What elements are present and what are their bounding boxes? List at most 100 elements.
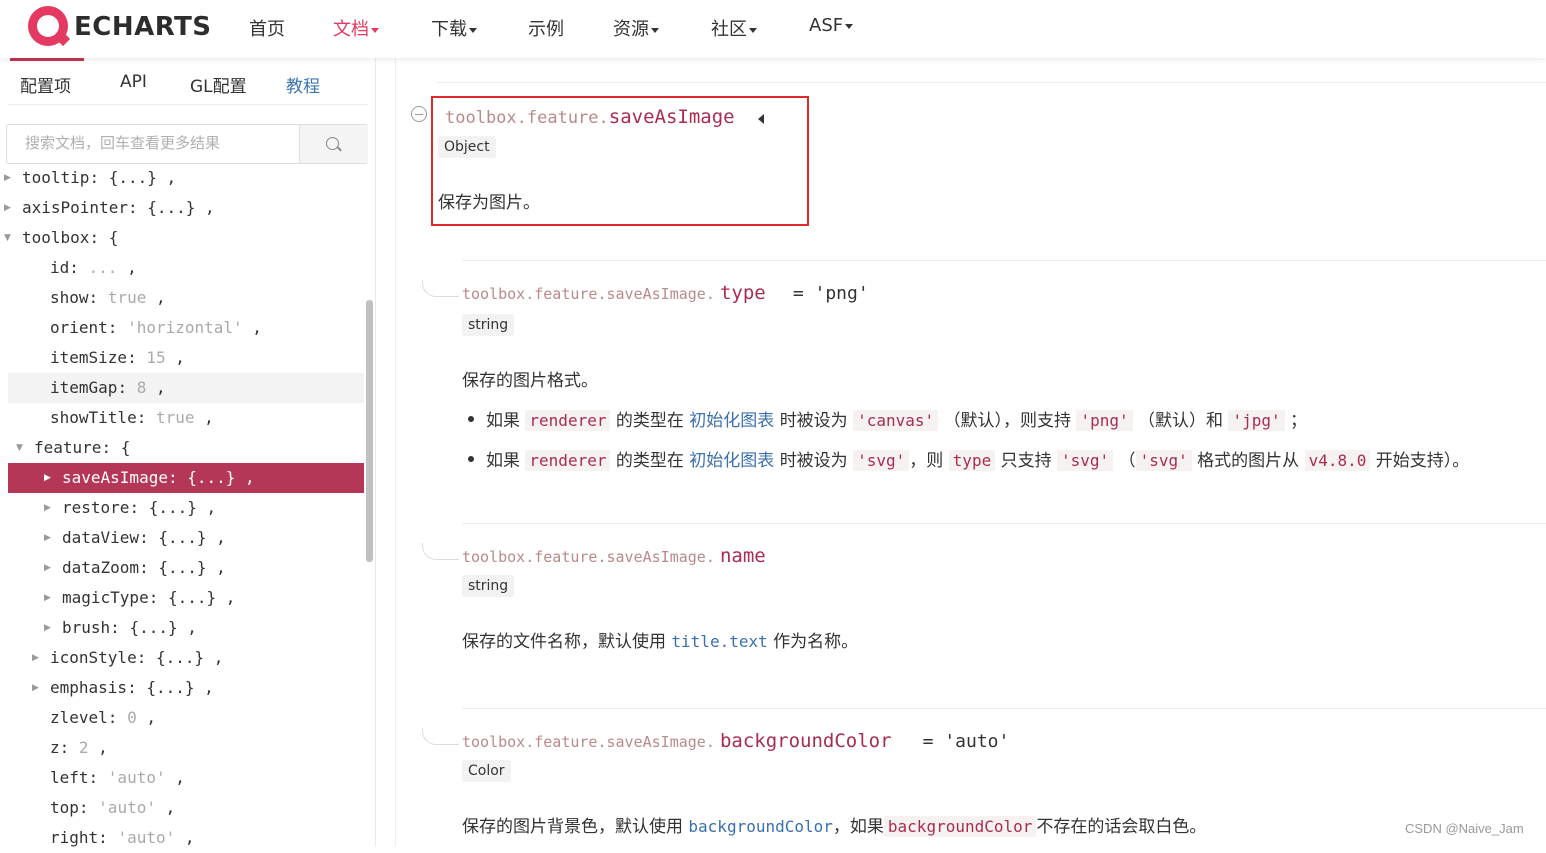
tree-item-itemsize[interactable]: itemSize: 15 ,: [8, 343, 364, 373]
tree-item-text: showTitle: true ,: [50, 403, 214, 433]
tree-value: {...}: [158, 528, 207, 547]
property-name: backgroundColor: [719, 730, 892, 752]
text: （默认），则支持: [943, 411, 1072, 431]
separator: :: [167, 468, 188, 487]
tree-value: {...}: [108, 168, 157, 187]
separator: :: [148, 588, 168, 607]
tree-item-left[interactable]: left: 'auto' ,: [8, 763, 364, 793]
tree-item-datazoom[interactable]: ▶ dataZoom: {...} ,: [8, 553, 364, 583]
nav-community[interactable]: 社区: [711, 15, 757, 41]
separator: :: [129, 498, 149, 517]
property-path-prefix: toolbox.feature.saveAsImage.: [462, 733, 715, 751]
tree-item-id[interactable]: id: ... ,: [8, 253, 364, 283]
expand-arrow-icon[interactable]: ▶: [4, 193, 14, 223]
separator: ,: [165, 348, 185, 367]
tree-item-itemgap[interactable]: itemGap: 8 ,: [8, 373, 364, 403]
nav-docs[interactable]: 文档: [333, 15, 379, 41]
nav-asf[interactable]: ASF: [809, 15, 854, 36]
tree-item-top[interactable]: top: 'auto' ,: [8, 793, 364, 823]
expand-arrow-icon[interactable]: ▶: [44, 613, 54, 643]
tree-value: {...}: [146, 678, 195, 697]
expand-arrow-icon[interactable]: ▶: [44, 493, 54, 523]
tree-item-text: restore: {...} ,: [62, 493, 216, 523]
separator: ,: [177, 618, 197, 637]
separator: ,: [165, 768, 185, 787]
tree-item-axispointer[interactable]: ▶ axisPointer: {...} ,: [4, 193, 364, 223]
tree-item-brush[interactable]: ▶ brush: {...} ,: [8, 613, 364, 643]
tree-item-iconstyle[interactable]: ▶ iconStyle: {...} ,: [8, 643, 364, 673]
inline-code: 'canvas': [853, 410, 939, 431]
tab-gl-option[interactable]: GL配置: [190, 72, 247, 97]
tree-item-z[interactable]: z: 2 ,: [8, 733, 364, 763]
tree-item-toolbox[interactable]: ▼ toolbox: {: [4, 223, 364, 253]
separator: ,: [194, 408, 214, 427]
text: 时被设为: [779, 411, 848, 431]
tree-item-zlevel[interactable]: zlevel: 0 ,: [8, 703, 364, 733]
text: 开始支持）。: [1375, 451, 1470, 471]
tree-item-show[interactable]: show: true ,: [8, 283, 364, 313]
type-label: Object: [438, 136, 496, 158]
separator: :: [139, 558, 159, 577]
tree-item-emphasis[interactable]: ▶ emphasis: {...} ,: [8, 673, 364, 703]
echarts-logo[interactable]: ECHARTS: [28, 6, 211, 48]
property-description: 保存的文件名称，默认使用 title.text 作为名称。: [462, 627, 858, 652]
separator: ,: [156, 168, 177, 187]
separator: :: [89, 168, 109, 187]
collapse-arrow-icon[interactable]: ▼: [4, 223, 14, 253]
tree-item-dataview[interactable]: ▶ dataView: {...} ,: [8, 523, 364, 553]
search-input[interactable]: [7, 125, 297, 161]
tree-item-right[interactable]: right: 'auto' ,: [8, 823, 364, 853]
tab-tutorial[interactable]: 教程: [286, 72, 320, 97]
tree-item-restore[interactable]: ▶ restore: {...} ,: [8, 493, 364, 523]
caret-left-icon[interactable]: [757, 113, 764, 124]
nav-home[interactable]: 首页: [249, 15, 285, 41]
tree-item-orient[interactable]: orient: 'horizontal' ,: [8, 313, 364, 343]
collapse-icon[interactable]: [411, 106, 427, 122]
tab-api[interactable]: API: [120, 72, 147, 92]
default-value: = 'auto': [922, 731, 1010, 752]
nav-resources[interactable]: 资源: [613, 15, 659, 41]
collapse-arrow-icon[interactable]: ▼: [16, 433, 26, 463]
expand-arrow-icon[interactable]: ▶: [44, 463, 54, 493]
text: 保存的文件名称，默认使用: [462, 632, 666, 652]
nav-download[interactable]: 下载: [431, 15, 477, 41]
nav-examples-label: 示例: [528, 19, 564, 40]
tree-value: {...}: [187, 468, 236, 487]
init-chart-link[interactable]: 初始化图表: [689, 451, 774, 471]
separator: :: [136, 408, 156, 427]
background-color-link[interactable]: backgroundColor: [688, 817, 833, 836]
expand-arrow-icon[interactable]: ▶: [4, 163, 14, 193]
tree-item-feature[interactable]: ▼ feature: {: [8, 433, 364, 463]
search-button[interactable]: [299, 125, 368, 163]
init-chart-link[interactable]: 初始化图表: [689, 411, 774, 431]
expand-arrow-icon[interactable]: ▶: [32, 673, 42, 703]
property-path-prefix: toolbox.feature.saveAsImage.: [462, 285, 715, 303]
tab-option[interactable]: 配置项: [20, 72, 71, 97]
tree-key: axisPointer: [22, 198, 128, 217]
expand-arrow-icon[interactable]: ▶: [44, 583, 54, 613]
tree-value: {: [120, 438, 131, 457]
tree-key: zlevel: [50, 708, 108, 727]
nav-examples[interactable]: 示例: [528, 15, 564, 41]
text: （: [1118, 451, 1136, 471]
tree-value: 'auto': [98, 798, 156, 817]
tree-item-magictype[interactable]: ▶ magicType: {...} ,: [8, 583, 364, 613]
tree-item-showtitle[interactable]: showTitle: true ,: [8, 403, 364, 433]
tree-item-tooltip[interactable]: ▶ tooltip: {...} ,: [4, 163, 364, 193]
title-text-link[interactable]: title.text: [671, 632, 767, 651]
tree-key: showTitle: [50, 408, 137, 427]
separator: ,: [136, 708, 156, 727]
scrollbar-thumb[interactable]: [366, 300, 373, 562]
tree-item-saveasimage[interactable]: ▶ saveAsImage: {...} ,: [8, 463, 364, 493]
separator: ,: [204, 648, 224, 667]
tree-item-text: feature: {: [34, 433, 130, 463]
expand-arrow-icon[interactable]: ▶: [32, 643, 42, 673]
expand-arrow-icon[interactable]: ▶: [44, 553, 54, 583]
type-badge: Object: [438, 136, 496, 158]
separator: :: [88, 288, 108, 307]
property-description: 保存的图片格式。: [462, 371, 598, 391]
separator: ,: [196, 498, 217, 517]
search-box: [6, 124, 368, 164]
sidebar-scrollbar[interactable]: [364, 300, 374, 620]
expand-arrow-icon[interactable]: ▶: [44, 523, 54, 553]
